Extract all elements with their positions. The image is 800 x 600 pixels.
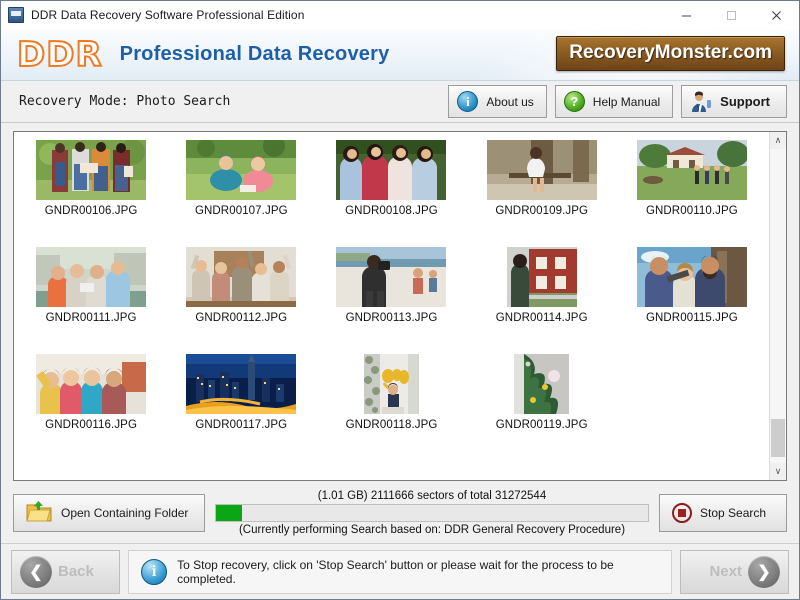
maximize-button[interactable] xyxy=(709,1,754,29)
file-name: GNDR00111.JPG xyxy=(45,312,137,324)
thumbnail-image xyxy=(179,140,303,200)
thumbnail-image xyxy=(630,247,754,307)
question-icon: ? xyxy=(563,91,585,112)
file-name: GNDR00116.JPG xyxy=(45,419,138,431)
file-item[interactable]: GNDR00115.JPG xyxy=(617,243,767,350)
file-name: GNDR00115.JPG xyxy=(645,312,738,324)
support-person-icon xyxy=(690,91,712,112)
window-controls xyxy=(664,1,799,29)
progress-bar-fill xyxy=(216,505,242,521)
file-item[interactable]: GNDR00108.JPG xyxy=(316,136,466,243)
sectors-progress-text: (1.01 GB) 2111666 sectors of total 31272… xyxy=(317,490,547,502)
support-label: Support xyxy=(720,94,770,109)
thumbnail-image xyxy=(29,140,153,200)
back-button[interactable]: ❮ Back xyxy=(11,549,121,594)
progress-bar xyxy=(215,504,649,522)
thumbnail-image xyxy=(329,354,453,414)
folder-icon xyxy=(26,500,52,526)
logo-letter: D xyxy=(45,34,75,75)
file-name: GNDR00106.JPG xyxy=(44,205,138,217)
stop-icon xyxy=(672,503,692,523)
file-item[interactable]: GNDR00106.JPG xyxy=(16,136,166,243)
scroll-up-icon[interactable]: ∧ xyxy=(770,132,786,149)
recovery-mode-label: Recovery Mode: Photo Search xyxy=(19,94,231,109)
file-name: GNDR00113.JPG xyxy=(345,312,438,324)
vertical-scrollbar[interactable]: ∧ ∨ xyxy=(769,132,786,480)
thumbnail-image xyxy=(480,247,604,307)
application-window: DDR Data Recovery Software Professional … xyxy=(0,0,800,600)
title-bar: DDR Data Recovery Software Professional … xyxy=(1,1,799,29)
scrollbar-thumb[interactable] xyxy=(771,419,785,457)
window-title: DDR Data Recovery Software Professional … xyxy=(31,8,305,22)
help-manual-label: Help Manual xyxy=(592,94,661,109)
help-buttons-group: i About us ? Help Manual Support xyxy=(448,85,787,118)
file-name: GNDR00112.JPG xyxy=(195,312,288,324)
file-item[interactable]: GNDR00110.JPG xyxy=(617,136,767,243)
search-progress-row: Open Containing Folder (1.01 GB) 2111666… xyxy=(13,481,787,543)
info-icon: i xyxy=(457,91,479,112)
thumbnail-image xyxy=(29,354,153,414)
thumbnail-image xyxy=(29,247,153,307)
thumbnail-image xyxy=(179,247,303,307)
recovered-files-panel: GNDR00106.JPG GNDR00107.JPG GNDR00108.JP… xyxy=(13,131,787,481)
minimize-button[interactable] xyxy=(664,1,709,29)
info-icon: i xyxy=(141,558,168,585)
thumbnail-image xyxy=(329,247,453,307)
help-manual-button[interactable]: ? Help Manual xyxy=(554,85,674,118)
file-item[interactable]: GNDR00114.JPG xyxy=(467,243,617,350)
file-name: GNDR00107.JPG xyxy=(194,205,288,217)
file-name: GNDR00118.JPG xyxy=(345,419,438,431)
open-containing-folder-button[interactable]: Open Containing Folder xyxy=(13,494,205,532)
brand-title: Professional Data Recovery xyxy=(119,43,390,65)
thumbnail-image xyxy=(630,140,754,200)
chevron-right-icon: ❯ xyxy=(747,555,780,588)
stop-search-button[interactable]: Stop Search xyxy=(659,494,787,532)
file-name: GNDR00109.JPG xyxy=(495,205,589,217)
next-button[interactable]: Next ❯ xyxy=(679,549,789,594)
logo-letter: R xyxy=(74,34,102,75)
file-name: GNDR00108.JPG xyxy=(345,205,438,217)
thumbnail-grid: GNDR00106.JPG GNDR00107.JPG GNDR00108.JP… xyxy=(14,132,769,480)
open-folder-label: Open Containing Folder xyxy=(61,506,189,520)
file-item[interactable]: GNDR00116.JPG xyxy=(16,350,166,457)
file-item[interactable]: GNDR00111.JPG xyxy=(16,243,166,350)
main-content: GNDR00106.JPG GNDR00107.JPG GNDR00108.JP… xyxy=(1,123,799,543)
support-button[interactable]: Support xyxy=(681,85,787,118)
close-button[interactable] xyxy=(754,1,799,29)
back-label: Back xyxy=(58,563,94,580)
thumbnail-image xyxy=(480,140,604,200)
file-name: GNDR00114.JPG xyxy=(495,312,588,324)
brand-header: D D R Professional Data Recovery Recover… xyxy=(1,29,799,81)
about-us-button[interactable]: i About us xyxy=(448,85,547,118)
file-name: GNDR00119.JPG xyxy=(495,419,588,431)
stop-search-label: Stop Search xyxy=(700,506,767,520)
file-name: GNDR00117.JPG xyxy=(195,419,288,431)
file-item[interactable]: GNDR00112.JPG xyxy=(166,243,316,350)
hint-text: To Stop recovery, click on 'Stop Search'… xyxy=(177,557,614,586)
current-procedure-text: (Currently performing Search based on: D… xyxy=(238,524,626,536)
thumbnail-image xyxy=(179,354,303,414)
file-item[interactable]: GNDR00109.JPG xyxy=(467,136,617,243)
thumbnail-image xyxy=(329,140,453,200)
file-item[interactable]: GNDR00107.JPG xyxy=(166,136,316,243)
file-item[interactable]: GNDR00113.JPG xyxy=(316,243,466,350)
next-label: Next xyxy=(709,563,742,580)
about-us-label: About us xyxy=(486,94,534,109)
scroll-down-icon[interactable]: ∨ xyxy=(770,463,786,480)
file-item[interactable]: GNDR00119.JPG xyxy=(467,350,617,457)
thumbnail-image xyxy=(480,354,604,414)
chevron-left-icon: ❮ xyxy=(20,555,52,588)
file-item[interactable]: GNDR00117.JPG xyxy=(166,350,316,457)
file-name: GNDR00110.JPG xyxy=(645,205,738,217)
app-icon xyxy=(8,7,24,23)
progress-area: (1.01 GB) 2111666 sectors of total 31272… xyxy=(215,490,649,536)
website-badge[interactable]: RecoveryMonster.com xyxy=(556,36,785,71)
recovery-mode-bar: Recovery Mode: Photo Search i About us ?… xyxy=(1,81,799,123)
file-item[interactable]: GNDR00118.JPG xyxy=(316,350,466,457)
footer-bar: ❮ Back i To Stop recovery, click on 'Sto… xyxy=(1,543,799,599)
ddr-logo: D D R xyxy=(16,34,103,75)
logo-letter: D xyxy=(16,34,46,75)
status-hint: i To Stop recovery, click on 'Stop Searc… xyxy=(128,549,672,594)
scrollbar-track[interactable] xyxy=(770,149,786,463)
